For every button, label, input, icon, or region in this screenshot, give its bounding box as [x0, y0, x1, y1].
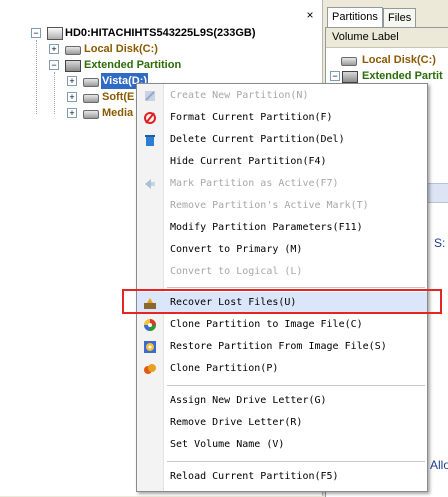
tree-connector: [54, 72, 55, 114]
mark-active-icon: [143, 177, 157, 191]
format-icon: [143, 111, 157, 125]
hard-disk-icon: [47, 27, 63, 40]
menu-separator: [167, 287, 425, 288]
menu-item-label: Create New Partition(N): [170, 90, 309, 101]
volume-label-header[interactable]: Volume Label: [326, 28, 448, 48]
expand-icon[interactable]: +: [67, 76, 77, 86]
menu-item-mark-active: Mark Partition as Active(F7): [137, 173, 427, 195]
menu-item-label: Clone Partition to Image File(C): [170, 319, 363, 330]
menu-item-label: Hide Current Partition(F4): [170, 156, 327, 167]
partition-icon: [83, 110, 99, 119]
menu-item-label: Modify Partition Parameters(F11): [170, 222, 363, 233]
tab-files[interactable]: Files: [383, 8, 417, 27]
menu-item-label: Set Volume Name (V): [170, 439, 285, 450]
right-item-label: Extended Partit: [362, 70, 443, 82]
menu-separator: [167, 461, 425, 462]
right-item-label: Local Disk(C:): [362, 54, 436, 66]
menu-separator: [167, 385, 425, 386]
info-fragment: S:: [434, 236, 446, 250]
tree-item-label: Media: [102, 107, 134, 119]
menu-item-label: Convert to Logical (L): [170, 266, 303, 277]
menu-item-label: Reload Current Partition(F5): [170, 471, 339, 482]
menu-item-create-partition: Create New Partition(N): [137, 85, 427, 107]
menu-item-delete-partition[interactable]: Delete Current Partition(Del): [137, 129, 427, 151]
menu-item-reload-partition[interactable]: Reload Current Partition(F5): [137, 466, 427, 488]
close-icon[interactable]: ×: [303, 8, 317, 22]
tree-connector: [36, 40, 37, 114]
menu-item-remove-drive-letter[interactable]: Remove Drive Letter(R): [137, 412, 427, 434]
extended-partition-icon: [342, 71, 358, 83]
menu-item-restore-from-image[interactable]: Restore Partition From Image File(S): [137, 336, 427, 358]
menu-item-remove-active-mark: Remove Partition's Active Mark(T): [137, 195, 427, 217]
partition-icon: [83, 94, 99, 103]
menu-item-set-volume-name[interactable]: Set Volume Name (V): [137, 434, 427, 456]
info-fragment: Alloc: [430, 458, 448, 472]
extended-partition-icon: [65, 60, 81, 72]
restore-image-icon: [143, 340, 157, 354]
menu-item-assign-drive-letter[interactable]: Assign New Drive Letter(G): [137, 390, 427, 412]
tree-item-label: Local Disk(C:): [84, 43, 158, 55]
menu-item-label: Remove Partition's Active Mark(T): [170, 200, 369, 211]
collapse-icon[interactable]: −: [49, 60, 59, 70]
tree-item-label: HD0:HITACHIHTS543225L9S(233GB): [65, 27, 256, 39]
menu-item-label: Restore Partition From Image File(S): [170, 341, 387, 352]
collapse-icon[interactable]: −: [31, 28, 41, 38]
collapse-icon[interactable]: −: [330, 71, 340, 81]
highlight-annotation-box: [122, 289, 442, 314]
menu-item-modify-parameters[interactable]: Modify Partition Parameters(F11): [137, 217, 427, 239]
menu-item-hide-partition[interactable]: Hide Current Partition(F4): [137, 151, 427, 173]
clone-partition-icon: [143, 362, 157, 376]
clone-to-image-icon: [143, 318, 157, 332]
tab-partitions[interactable]: Partitions: [327, 7, 383, 28]
menu-item-label: Remove Drive Letter(R): [170, 417, 303, 428]
expand-icon[interactable]: +: [67, 108, 77, 118]
menu-item-format-partition[interactable]: Format Current Partition(F): [137, 107, 427, 129]
expand-icon[interactable]: +: [49, 44, 59, 54]
partition-icon: [65, 46, 81, 55]
partition-icon: [83, 78, 99, 87]
menu-item-label: Clone Partition(P): [170, 363, 279, 374]
create-partition-icon: [143, 89, 157, 103]
menu-item-label: Assign New Drive Letter(G): [170, 395, 327, 406]
expand-icon[interactable]: +: [67, 92, 77, 102]
trash-icon: [143, 133, 157, 147]
menu-item-convert-logical: Convert to Logical (L): [137, 261, 427, 283]
menu-item-label: Mark Partition as Active(F7): [170, 178, 339, 189]
menu-item-label: Delete Current Partition(Del): [170, 134, 345, 145]
menu-item-label: Format Current Partition(F): [170, 112, 333, 123]
menu-item-clone-to-image[interactable]: Clone Partition to Image File(C): [137, 314, 427, 336]
context-menu: Create New Partition(N) Format Current P…: [136, 83, 428, 492]
partition-icon: [341, 57, 357, 66]
menu-item-label: Convert to Primary (M): [170, 244, 303, 255]
menu-item-convert-primary[interactable]: Convert to Primary (M): [137, 239, 427, 261]
menu-item-clone-partition[interactable]: Clone Partition(P): [137, 358, 427, 380]
tree-item-label: Extended Partition: [84, 59, 182, 71]
tree-item-label: Soft(E: [102, 91, 135, 103]
